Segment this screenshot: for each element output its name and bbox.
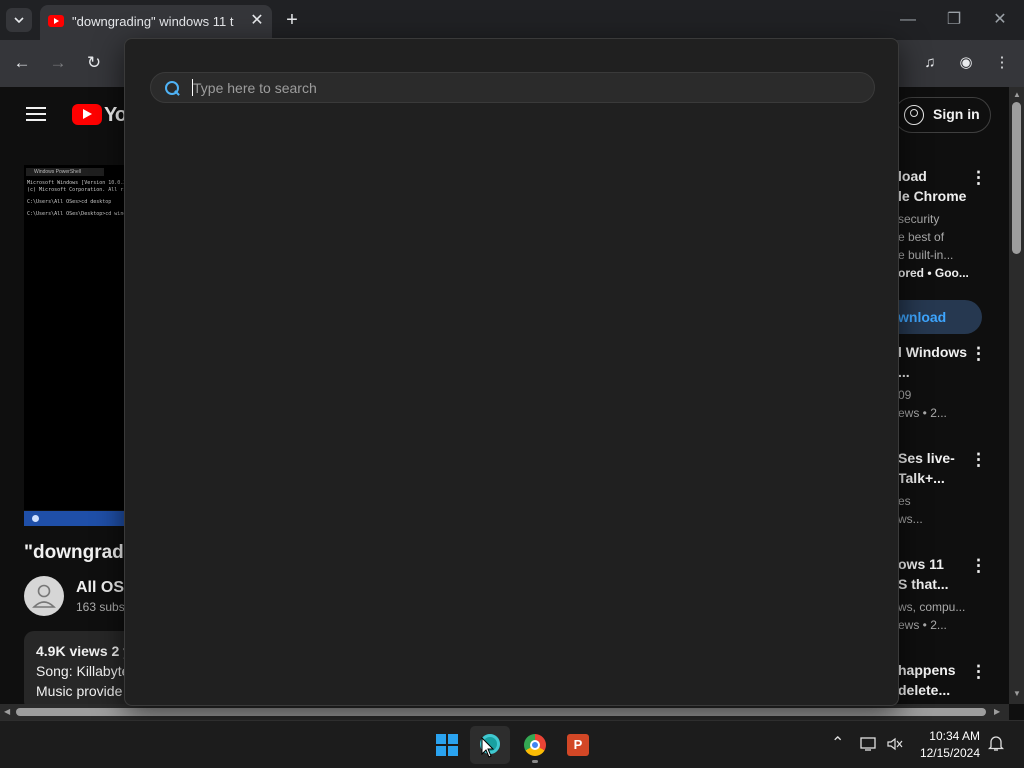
- sign-in-button[interactable]: Sign in: [894, 97, 991, 133]
- horizontal-scrollbar[interactable]: ◀ ▶: [0, 704, 1009, 720]
- scroll-right-icon[interactable]: ▶: [994, 707, 1000, 716]
- start-button[interactable]: [426, 726, 466, 764]
- recommendation-title[interactable]: Talk+...: [898, 470, 945, 486]
- channel-avatar[interactable]: [24, 576, 64, 616]
- clock-time[interactable]: 10:34 AM: [920, 729, 980, 743]
- terminal-line: C:\Users\All OSes\Desktop>cd wind: [27, 211, 127, 217]
- more-options-icon[interactable]: ⋮: [970, 169, 987, 187]
- horizontal-scroll-thumb[interactable]: [16, 708, 986, 716]
- more-options-icon[interactable]: ⋮: [970, 663, 987, 681]
- windows-logo-icon: [436, 734, 458, 756]
- channel-subscribers: 163 subs: [76, 600, 125, 614]
- search-box[interactable]: [150, 72, 875, 103]
- notification-bell-icon[interactable]: [987, 734, 1005, 755]
- account-icon: [904, 105, 924, 125]
- browser-menu-icon[interactable]: ⋮: [991, 52, 1013, 74]
- youtube-favicon-icon: [48, 15, 64, 27]
- more-options-icon[interactable]: ⋮: [970, 451, 987, 469]
- recommendation-title[interactable]: S that...: [898, 576, 949, 592]
- sign-in-label: Sign in: [933, 106, 980, 122]
- recommendation-title[interactable]: delete...: [898, 682, 950, 698]
- terminal-line: (c) Microsoft Corporation. All ri: [27, 187, 127, 193]
- tray-overflow-chevron-icon[interactable]: ⌃: [831, 733, 844, 753]
- restore-button[interactable]: ❐: [944, 10, 964, 30]
- recommendation-meta: security: [898, 212, 940, 226]
- recommendation-meta: e built-in...: [898, 248, 954, 262]
- recommendation-meta: 09: [898, 388, 912, 402]
- tab-close-icon[interactable]: ✕: [248, 11, 266, 31]
- more-options-icon[interactable]: ⋮: [970, 557, 987, 575]
- minimize-button[interactable]: —: [898, 10, 918, 30]
- browser-tab-youtube[interactable]: "downgrading" windows 11 to ✕: [40, 5, 272, 40]
- powerpoint-taskbar-button[interactable]: P: [558, 726, 598, 764]
- scroll-left-icon[interactable]: ◀: [4, 707, 10, 716]
- vertical-scrollbar[interactable]: ▲ ▼: [1009, 87, 1024, 704]
- recommendation-title[interactable]: Ses live-: [898, 450, 955, 466]
- video-progress-bar[interactable]: [24, 511, 134, 526]
- running-indicator: [532, 760, 538, 763]
- more-options-icon[interactable]: ⋮: [970, 345, 987, 363]
- recommendation-title[interactable]: ows 11: [898, 556, 944, 572]
- clock-date[interactable]: 12/15/2024: [916, 746, 980, 760]
- scroll-up-icon[interactable]: ▲: [1013, 90, 1021, 99]
- volume-muted-icon[interactable]: [886, 736, 904, 755]
- powershell-tab: Windows PowerShell: [26, 168, 104, 176]
- reload-button[interactable]: ↻: [83, 52, 105, 74]
- new-tab-button[interactable]: +: [282, 9, 302, 31]
- video-title: "downgradi: [24, 542, 130, 563]
- forward-button[interactable]: →: [47, 52, 69, 74]
- recommendation-meta: ews • 2...: [898, 406, 947, 420]
- recommendation-meta: es: [898, 494, 911, 508]
- profile-icon[interactable]: ◉: [955, 52, 977, 74]
- mouse-pointer-icon: [481, 737, 495, 758]
- windows-search-flyout: [124, 38, 899, 706]
- description-song: Song: Killabyte: [36, 663, 130, 679]
- text-cursor: [192, 79, 193, 96]
- recommendation-title[interactable]: load: [898, 168, 927, 184]
- recommendation-title[interactable]: l Windows: [898, 344, 967, 360]
- search-icon: [165, 81, 179, 95]
- recommendation-meta: ews • 2...: [898, 618, 947, 632]
- recommendation-meta: ws...: [898, 512, 923, 526]
- network-icon[interactable]: [860, 736, 878, 755]
- powerpoint-icon: P: [567, 734, 589, 756]
- youtube-logo-icon[interactable]: [72, 104, 102, 125]
- tab-title: "downgrading" windows 11 to: [72, 14, 234, 29]
- terminal-line: C:\Users\All OSes>cd desktop: [27, 199, 112, 205]
- media-control-icon[interactable]: ♫: [919, 52, 941, 74]
- search-input[interactable]: [193, 78, 863, 98]
- download-label: wnload: [898, 309, 947, 325]
- progress-handle[interactable]: [32, 515, 39, 522]
- scroll-down-icon[interactable]: ▼: [1013, 689, 1021, 698]
- tab-list-button[interactable]: [6, 8, 32, 32]
- recommendation-meta: ored • Goo...: [898, 266, 969, 280]
- terminal-line: Microsoft Windows [Version 10.0.2: [27, 180, 127, 186]
- recommendation-title[interactable]: le Chrome: [898, 188, 966, 204]
- taskbar: P ⌃ 10:34 AM 12/15/2024: [0, 720, 1024, 768]
- recommendation-title[interactable]: ...: [898, 364, 910, 380]
- video-player[interactable]: Windows PowerShell Microsoft Windows [Ve…: [24, 165, 134, 510]
- recommendation-meta: ws, compu...: [898, 600, 966, 614]
- chevron-down-icon: [14, 17, 24, 23]
- close-window-button[interactable]: ✕: [990, 10, 1010, 30]
- recommendation-meta: e best of: [898, 230, 945, 244]
- view-stats: 4.9K views 2 y: [36, 643, 131, 659]
- browser-tab-strip: "downgrading" windows 11 to ✕ + — ❐ ✕: [0, 0, 1024, 40]
- vertical-scroll-thumb[interactable]: [1012, 102, 1021, 254]
- description-music: Music provide: [36, 683, 123, 699]
- chrome-taskbar-button[interactable]: [515, 726, 555, 764]
- recommendation-title[interactable]: happens: [898, 662, 956, 678]
- person-icon: [32, 584, 56, 608]
- chrome-icon: [524, 734, 546, 756]
- back-button[interactable]: ←: [11, 52, 33, 74]
- hamburger-menu-icon[interactable]: [26, 107, 46, 121]
